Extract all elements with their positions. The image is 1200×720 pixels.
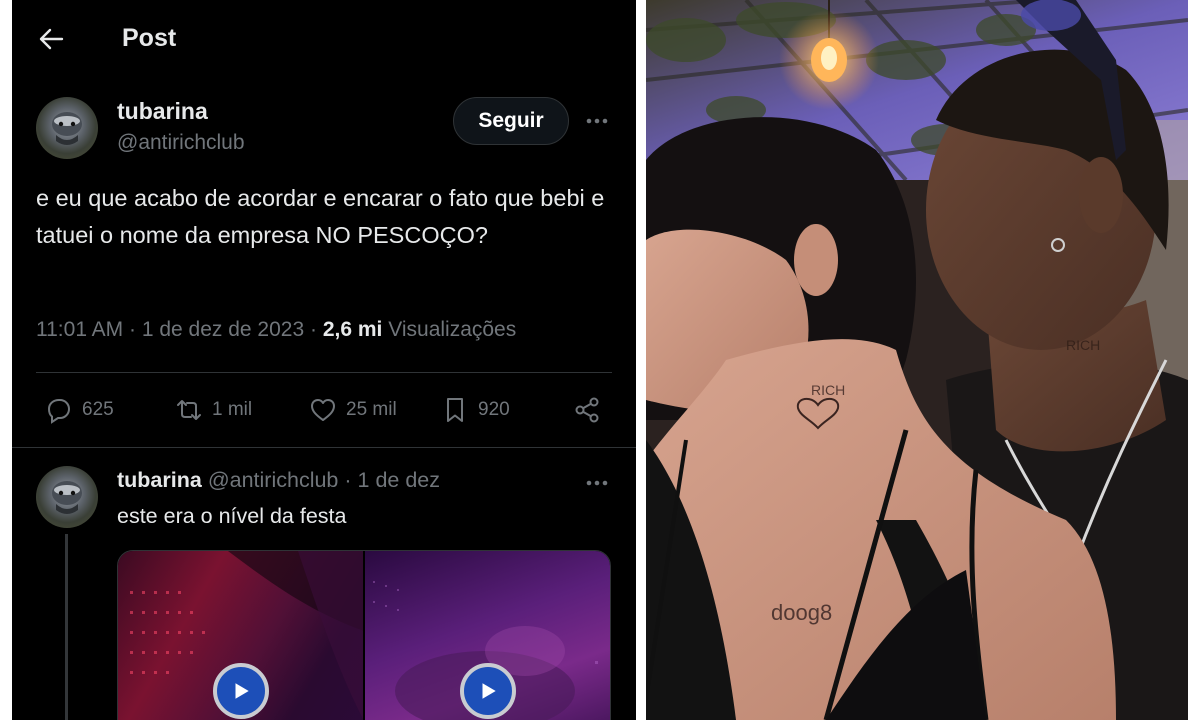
play-icon: [482, 683, 496, 699]
repost-count: 1 mil: [212, 399, 253, 420]
views-label: Visualizações: [388, 318, 517, 341]
post-date[interactable]: 1 de dez de 2023: [142, 318, 304, 341]
follow-button[interactable]: Seguir: [453, 97, 569, 145]
share-button[interactable]: [572, 392, 610, 428]
reply-more-options-icon[interactable]: [582, 468, 612, 498]
reply-header: tubarina @antirichclub · 1 de dez: [117, 468, 440, 492]
video-thumbnail[interactable]: [118, 551, 363, 720]
reply-media-grid: [117, 550, 611, 720]
play-icon: [235, 683, 249, 699]
post-metadata: 11:01 AM · 1 de dez de 2023 · 2,6 mi Vis…: [36, 318, 517, 341]
repost-icon: [177, 400, 201, 420]
more-options-icon[interactable]: [582, 106, 612, 136]
play-button[interactable]: [460, 663, 516, 719]
svg-text:RICH: RICH: [811, 382, 845, 398]
couple-photo: RICH RICH doog8: [646, 0, 1188, 720]
section-divider: [12, 447, 636, 448]
repost-button[interactable]: 1 mil: [174, 392, 252, 428]
reply-author-name[interactable]: tubarina: [117, 468, 202, 492]
reply-date[interactable]: 1 de dez: [358, 468, 440, 492]
comment-icon: [47, 399, 71, 424]
reply-author-handle[interactable]: @antirichclub: [208, 468, 339, 492]
reply-text: este era o nível da festa: [117, 504, 347, 528]
author-handle[interactable]: @antirichclub: [117, 131, 245, 155]
divider: [36, 372, 612, 373]
reply-count: 625: [82, 399, 114, 420]
page-title: Post: [122, 24, 177, 52]
like-count: 25 mil: [346, 399, 397, 420]
bookmark-count: 920: [478, 399, 510, 420]
views-count: 2,6 mi: [322, 318, 383, 341]
post-time[interactable]: 11:01 AM: [36, 318, 123, 341]
avatar[interactable]: [36, 97, 98, 159]
reply-avatar[interactable]: [36, 466, 98, 528]
top-bar: Post: [12, 0, 636, 78]
back-arrow-icon[interactable]: [36, 24, 66, 54]
video-thumbnail[interactable]: [365, 551, 610, 720]
author-name[interactable]: tubarina: [117, 98, 208, 125]
heart-icon: [311, 399, 335, 421]
post-text: e eu que acabo de acordar e encarar o fa…: [36, 185, 605, 248]
reply-button[interactable]: 625: [44, 392, 114, 428]
svg-text:doog8: doog8: [771, 600, 832, 625]
thread-line: [65, 534, 68, 720]
bookmark-icon: [447, 398, 463, 422]
bookmark-button[interactable]: 920: [440, 392, 510, 428]
play-button[interactable]: [213, 663, 269, 719]
svg-text:RICH: RICH: [1066, 337, 1100, 353]
share-icon: [575, 397, 599, 423]
post-panel: Post tubarina @antirichclub Seguir e eu …: [12, 0, 636, 720]
like-button[interactable]: 25 mil: [308, 392, 397, 428]
